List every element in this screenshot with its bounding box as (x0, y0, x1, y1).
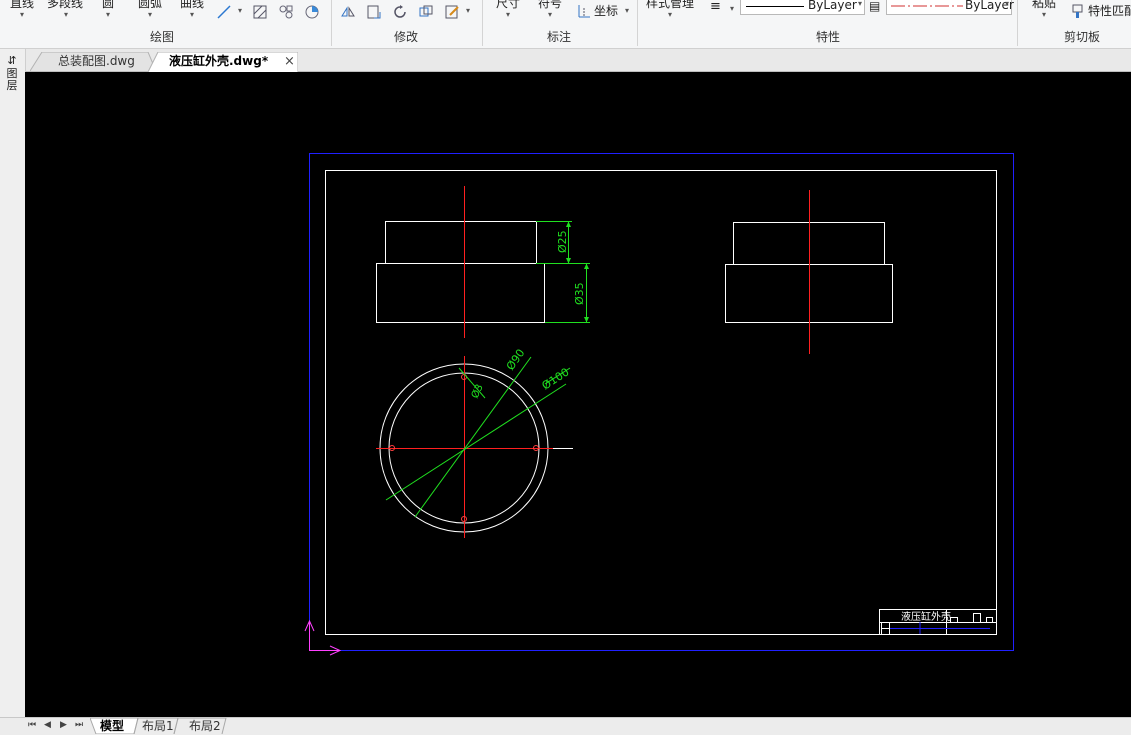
chevron-down-icon[interactable]: ▾ (625, 6, 629, 15)
coordinate-icon[interactable] (576, 3, 592, 19)
drawing-frame (325, 170, 997, 635)
lineweight-icon[interactable]: ▤ (869, 0, 880, 13)
title-block[interactable]: 液压缸外壳 (879, 609, 997, 635)
linetype-preview (746, 6, 804, 7)
title-block-part-name[interactable]: 液压缸外壳 (901, 610, 951, 623)
annotate-group-label: 标注 (547, 30, 572, 44)
properties-group-label: 特性 (816, 30, 841, 44)
chevron-down-icon[interactable]: ▾ (668, 10, 672, 19)
ribbon: 直线 ▾ 多段线 ▾ 圆 ▾ 圆弧 ▾ 曲线 ▾ ▾ 绘图 ▾ 修改 尺寸 ▾ … (0, 0, 1131, 49)
ucs-icon (304, 619, 342, 656)
last-layout-icon[interactable]: ⏭ (75, 720, 83, 730)
ribbon-separator (331, 0, 332, 46)
prev-layout-icon[interactable]: ◀ (44, 720, 51, 730)
edit-icon[interactable] (444, 4, 460, 20)
modify-group-label: 修改 (394, 30, 419, 44)
front-view-top-body[interactable] (385, 221, 537, 264)
lineweight-dropdown[interactable]: ByLayer ▾ (886, 0, 1014, 15)
chevron-down-icon[interactable]: ▾ (20, 10, 24, 19)
list-icon[interactable]: ≡ (710, 0, 721, 14)
linetype-dropdown[interactable]: ByLayer ▾ (740, 0, 865, 15)
region-icon[interactable] (304, 4, 320, 20)
chevron-down-icon: ▾ (857, 0, 862, 8)
tab-assembly-drawing[interactable]: 总装配图.dwg (58, 52, 135, 71)
chevron-down-icon[interactable]: ▾ (190, 10, 194, 19)
tab-layout2[interactable]: 布局2 (189, 718, 221, 734)
linetype-red-preview (891, 5, 963, 7)
linetype-value: ByLayer (808, 0, 857, 12)
layer-icon: ⇵ (7, 54, 17, 67)
tab-cylinder-housing[interactable]: 液压缸外壳.dwg* (169, 52, 268, 71)
top-view-dimensions[interactable]: Ø90 Ø100 Ø3 (385, 347, 572, 518)
dim-d25-label[interactable]: Ø25 (556, 230, 569, 253)
coordinate-button[interactable]: 坐标 (594, 2, 618, 19)
front-view-base-body[interactable] (376, 263, 545, 323)
chevron-down-icon[interactable]: ▾ (730, 4, 734, 13)
close-tab-icon[interactable]: × (284, 52, 295, 71)
tab-model[interactable]: 模型 (100, 718, 124, 734)
draw-group-label: 绘图 (150, 30, 175, 44)
next-layout-icon[interactable]: ▶ (60, 720, 67, 730)
chevron-down-icon[interactable]: ▾ (466, 6, 470, 15)
document-tab-bar: 总装配图.dwg 液压缸外壳.dwg* × (26, 49, 1131, 72)
drawing-svg[interactable]: Ø25 Ø35 Ø90 Ø100 Ø3 液压缸外壳 (25, 72, 1131, 717)
dim-d90-leader[interactable] (414, 356, 532, 518)
ribbon-separator (1017, 0, 1018, 46)
chevron-down-icon[interactable]: ▾ (548, 10, 552, 19)
first-layout-icon[interactable]: ⏮ (28, 720, 36, 730)
block-icon[interactable] (278, 4, 294, 20)
ribbon-separator (637, 0, 638, 46)
dim-d100-label[interactable]: Ø100 (540, 365, 572, 392)
match-properties-icon[interactable] (1070, 3, 1086, 19)
chevron-down-icon: ▾ (1004, 0, 1009, 8)
chevron-down-icon[interactable]: ▾ (238, 6, 242, 15)
layer-panel-label: 图层 (6, 67, 18, 92)
mirror-icon[interactable] (340, 4, 356, 20)
side-view[interactable] (725, 190, 893, 354)
tab-layout1[interactable]: 布局1 (142, 718, 174, 734)
copy-icon[interactable] (418, 4, 434, 20)
front-view[interactable] (376, 186, 545, 338)
chevron-down-icon[interactable]: ▾ (64, 10, 68, 19)
dim-d35-label[interactable]: Ø35 (573, 282, 586, 305)
drawing-canvas[interactable]: Ø25 Ø35 Ø90 Ø100 Ø3 液压缸外壳 (25, 72, 1131, 717)
match-properties-button[interactable]: 特性匹配 (1088, 2, 1131, 19)
dim-d3-label[interactable]: Ø3 (469, 382, 486, 400)
layer-panel-toggle[interactable]: ⇵ 图层 (5, 55, 19, 99)
chevron-down-icon[interactable]: ▾ (106, 10, 110, 19)
chevron-down-icon[interactable]: ▾ (148, 10, 152, 19)
sheet-border (309, 153, 1014, 651)
layout-tab-bar: ⏮ ◀ ▶ ⏭ 模型 布局1 布局2 (0, 717, 1131, 735)
construction-line-icon[interactable] (216, 4, 232, 20)
chevron-down-icon[interactable]: ▾ (506, 10, 510, 19)
dim-d90-label[interactable]: Ø90 (504, 347, 528, 373)
stretch-icon[interactable] (366, 4, 382, 20)
left-toolbar: ⇵ 图层 (0, 49, 26, 718)
clipboard-group-label: 剪切板 (1064, 30, 1101, 44)
hatch-icon[interactable] (252, 4, 268, 20)
ribbon-separator (482, 0, 483, 46)
rotate-icon[interactable] (392, 4, 408, 20)
chevron-down-icon[interactable]: ▾ (1042, 10, 1046, 19)
